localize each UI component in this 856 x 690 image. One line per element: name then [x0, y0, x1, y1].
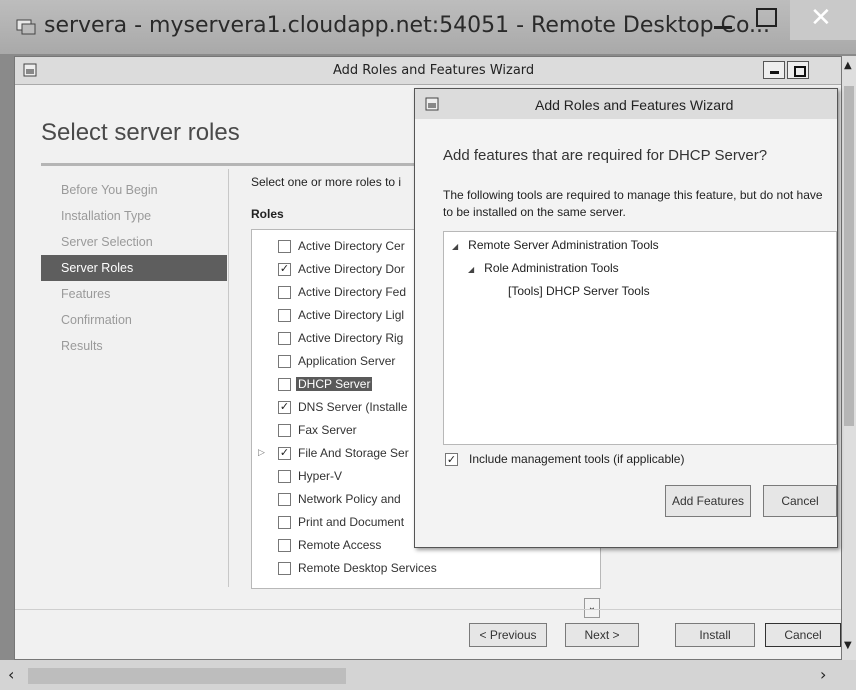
collapse-triangle-icon[interactable]: ◢	[452, 242, 458, 251]
include-tools-label: Include management tools (if applicable)	[469, 452, 685, 466]
rdp-minimize-button[interactable]	[702, 0, 742, 40]
dialog-title: Add Roles and Features Wizard	[535, 97, 734, 113]
role-checkbox[interactable]	[278, 286, 291, 299]
nav-item-installation-type[interactable]: Installation Type	[41, 203, 227, 229]
remote-desktop-icon	[16, 19, 36, 35]
roles-instructions: Select one or more roles to i	[251, 175, 402, 189]
previous-button[interactable]: < Previous	[469, 623, 547, 647]
role-checkbox[interactable]	[278, 539, 291, 552]
next-button[interactable]: Next >	[565, 623, 639, 647]
scroll-right-icon[interactable]: ›	[820, 665, 826, 684]
wizard-title-bar: Add Roles and Features Wizard	[15, 57, 841, 85]
role-label: Active Directory Dor	[298, 262, 405, 276]
scroll-down-icon[interactable]: ▼	[844, 640, 852, 651]
role-label: DNS Server (Installe	[298, 400, 408, 414]
role-checkbox[interactable]	[278, 562, 291, 575]
role-label: Active Directory Cer	[298, 239, 405, 253]
close-icon: ✕	[810, 3, 832, 33]
roles-heading: Roles	[251, 207, 284, 221]
role-checkbox[interactable]	[278, 309, 291, 322]
install-button[interactable]: Install	[675, 623, 755, 647]
rdp-close-button[interactable]: ✕	[790, 0, 856, 40]
wizard-minimize-button[interactable]	[763, 61, 785, 79]
tree-node-root[interactable]: ◢ Remote Server Administration Tools	[452, 238, 659, 252]
dialog-cancel-button[interactable]: Cancel	[763, 485, 837, 517]
role-checkbox[interactable]	[278, 332, 291, 345]
tree-node-label: Remote Server Administration Tools	[468, 238, 659, 252]
rdp-maximize-button[interactable]	[746, 0, 786, 40]
add-features-dialog: Add Roles and Features Wizard Add featur…	[414, 88, 838, 548]
cancel-button[interactable]: Cancel	[765, 623, 841, 647]
role-label: File And Storage Ser	[298, 446, 409, 460]
wizard-title: Add Roles and Features Wizard	[333, 63, 535, 78]
role-checkbox[interactable]	[278, 378, 291, 391]
wizard-app-icon	[23, 63, 37, 77]
role-item[interactable]: Remote Desktop Services	[252, 558, 582, 580]
scroll-up-icon[interactable]: ▲	[844, 60, 852, 71]
role-label: Active Directory Ligl	[298, 308, 405, 322]
scroll-left-icon[interactable]: ‹	[8, 665, 14, 684]
tree-node-label: Role Administration Tools	[484, 261, 619, 275]
role-checkbox[interactable]	[278, 240, 291, 253]
nav-item-server-selection[interactable]: Server Selection	[41, 229, 227, 255]
dialog-app-icon	[425, 97, 439, 111]
role-label: Remote Desktop Services	[298, 561, 437, 575]
role-label: Active Directory Fed	[298, 285, 407, 299]
role-label: Fax Server	[298, 423, 357, 437]
role-label: Hyper-V	[298, 469, 343, 483]
nav-item-results[interactable]: Results	[41, 333, 227, 359]
role-checkbox[interactable]	[278, 516, 291, 529]
role-label: Remote Access	[298, 538, 382, 552]
role-checkbox[interactable]: ✓	[278, 401, 291, 414]
page-title: Select server roles	[41, 119, 240, 146]
expand-triangle-icon[interactable]: ▷	[258, 447, 265, 458]
nav-item-before-you-begin[interactable]: Before You Begin	[41, 177, 227, 203]
tree-node-leaf[interactable]: [Tools] DHCP Server Tools	[508, 284, 650, 298]
horizontal-scrollbar[interactable]: ‹ ›	[0, 660, 856, 690]
dialog-description: The following tools are required to mana…	[443, 188, 823, 219]
dialog-heading: Add features that are required for DHCP …	[443, 147, 768, 164]
nav-item-features[interactable]: Features	[41, 281, 227, 307]
wizard-nav: Before You Begin Installation Type Serve…	[41, 177, 227, 359]
nav-item-confirmation[interactable]: Confirmation	[41, 307, 227, 333]
collapse-triangle-icon[interactable]: ◢	[468, 265, 474, 274]
vertical-scroll-thumb[interactable]	[844, 86, 854, 426]
rdp-title-bar: servera - myservera1.cloudapp.net:54051 …	[0, 0, 856, 54]
add-features-button[interactable]: Add Features	[665, 485, 751, 517]
dialog-title-bar: Add Roles and Features Wizard	[415, 89, 837, 119]
role-label: DHCP Server	[296, 377, 373, 391]
role-label: Active Directory Rig	[298, 331, 404, 345]
include-tools-checkbox[interactable]: ✓	[445, 453, 458, 466]
role-label: Application Server	[298, 354, 396, 368]
rdp-window-title: servera - myservera1.cloudapp.net:54051 …	[44, 13, 771, 38]
list-scroll-down-icon[interactable]: ⌄	[584, 598, 600, 618]
tree-node-child[interactable]: ◢ Role Administration Tools	[468, 261, 619, 275]
role-label: Network Policy and	[298, 492, 401, 506]
vertical-scrollbar[interactable]: ▲ ▼	[842, 56, 856, 660]
role-checkbox[interactable]: ✓	[278, 447, 291, 460]
role-checkbox[interactable]: ✓	[278, 263, 291, 276]
nav-item-server-roles[interactable]: Server Roles	[41, 255, 227, 281]
role-checkbox[interactable]	[278, 493, 291, 506]
footer-divider	[15, 609, 841, 610]
horizontal-scroll-thumb[interactable]	[28, 668, 346, 684]
nav-divider	[228, 169, 229, 587]
role-checkbox[interactable]	[278, 355, 291, 368]
title-divider	[41, 163, 421, 166]
required-features-tree[interactable]: ◢ Remote Server Administration Tools ◢ Rol…	[443, 231, 837, 445]
wizard-maximize-button[interactable]	[787, 61, 809, 79]
role-label: Print and Document	[298, 515, 405, 529]
role-checkbox[interactable]	[278, 470, 291, 483]
role-checkbox[interactable]	[278, 424, 291, 437]
